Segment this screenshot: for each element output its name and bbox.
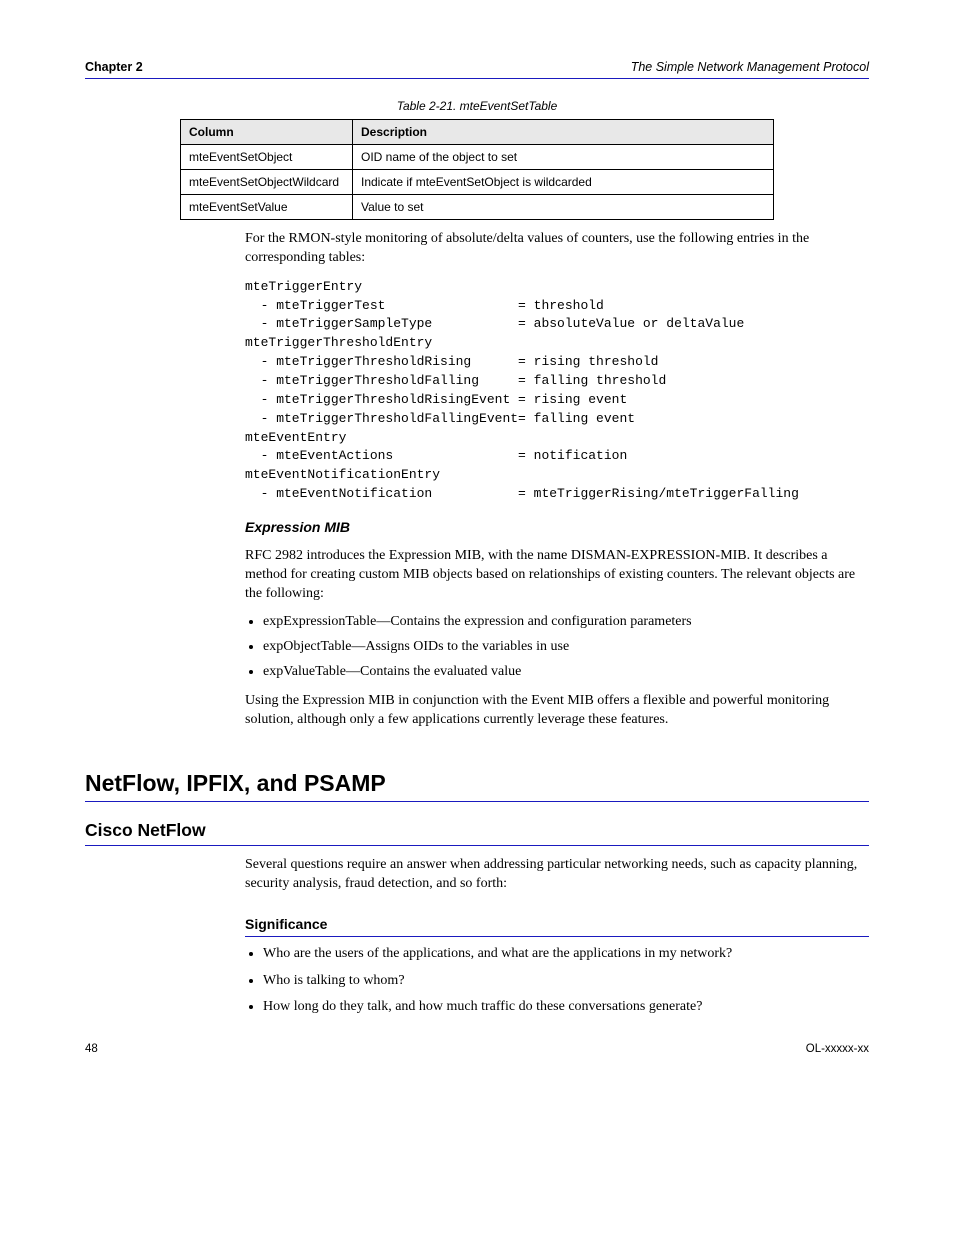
table-cell: mteEventSetValue bbox=[181, 195, 353, 220]
section-rule bbox=[85, 801, 869, 802]
table-caption: Table 2-21. mteEventSetTable bbox=[85, 99, 869, 113]
table-row: mteEventSetObject OID name of the object… bbox=[181, 145, 774, 170]
subsection-title: Cisco NetFlow bbox=[85, 820, 869, 841]
list-item: How long do they talk, and how much traf… bbox=[263, 998, 869, 1017]
table-cell: Indicate if mteEventSetObject is wildcar… bbox=[353, 170, 774, 195]
list-item: expValueTable—Contains the evaluated val… bbox=[263, 663, 869, 682]
table-header-cell: Column bbox=[181, 120, 353, 145]
page-footer: 48 OL-xxxxx-xx bbox=[85, 1043, 869, 1055]
trigger-set-table: Column Description mteEventSetObject OID… bbox=[180, 119, 774, 220]
table-cell: OID name of the object to set bbox=[353, 145, 774, 170]
sig-rule bbox=[245, 936, 869, 937]
table-row: mteEventSetObjectWildcard Indicate if mt… bbox=[181, 170, 774, 195]
header-topic: The Simple Network Management Protocol bbox=[631, 60, 869, 74]
code-block: mteTriggerEntry - mteTriggerTest = thres… bbox=[245, 278, 869, 504]
header-chapter: Chapter 2 bbox=[85, 60, 143, 74]
list-item: Who are the users of the applications, a… bbox=[263, 945, 869, 964]
significance-heading: Significance bbox=[245, 916, 869, 932]
table-cell: mteEventSetObject bbox=[181, 145, 353, 170]
table-header-row: Column Description bbox=[181, 120, 774, 145]
paragraph: RFC 2982 introduces the Expression MIB, … bbox=[245, 547, 869, 604]
subsection-heading: Expression MIB bbox=[245, 518, 869, 537]
table-header-cell: Description bbox=[353, 120, 774, 145]
table-row: mteEventSetValue Value to set bbox=[181, 195, 774, 220]
subsection-rule bbox=[85, 845, 869, 846]
page-number: 48 bbox=[85, 1043, 98, 1055]
list-item: Who is talking to whom? bbox=[263, 972, 869, 991]
table-cell: mteEventSetObjectWildcard bbox=[181, 170, 353, 195]
header-rule bbox=[85, 78, 869, 79]
table-cell: Value to set bbox=[353, 195, 774, 220]
paragraph: Several questions require an answer when… bbox=[245, 856, 869, 894]
paragraph: Using the Expression MIB in conjunction … bbox=[245, 692, 869, 730]
paragraph: For the RMON-style monitoring of absolut… bbox=[245, 230, 869, 268]
list-item: expObjectTable—Assigns OIDs to the varia… bbox=[263, 638, 869, 657]
doc-id: OL-xxxxx-xx bbox=[806, 1043, 869, 1055]
section-title: NetFlow, IPFIX, and PSAMP bbox=[85, 770, 869, 797]
list-item: expExpressionTable—Contains the expressi… bbox=[263, 613, 869, 632]
page-header: Chapter 2 The Simple Network Management … bbox=[85, 60, 869, 74]
